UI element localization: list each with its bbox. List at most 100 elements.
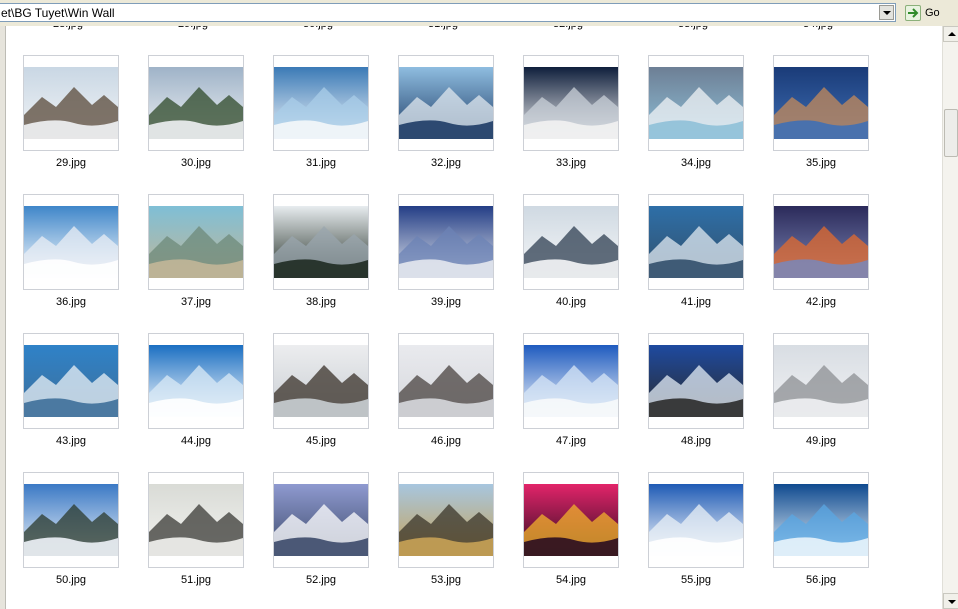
file-item[interactable]: 42.jpg xyxy=(773,194,869,308)
file-name[interactable]: 51.jpg xyxy=(148,574,244,586)
file-item[interactable]: 48.jpg xyxy=(648,333,744,447)
file-item[interactable]: 47.jpg xyxy=(523,333,619,447)
file-item[interactable]: 33.jpg xyxy=(523,55,619,169)
file-name[interactable]: 37.jpg xyxy=(148,296,244,308)
file-name[interactable]: 45.jpg xyxy=(273,435,369,447)
file-name[interactable]: 55.jpg xyxy=(648,574,744,586)
file-item[interactable]: 50.jpg xyxy=(23,472,119,586)
vertical-scrollbar[interactable] xyxy=(942,26,958,609)
file-name[interactable]: 48.jpg xyxy=(648,435,744,447)
file-thumbnail[interactable] xyxy=(398,472,494,568)
file-item[interactable]: 40.jpg xyxy=(523,194,619,308)
scroll-down-button[interactable] xyxy=(943,593,958,609)
file-caption-partial[interactable]: 30.jpg xyxy=(303,26,333,30)
file-name[interactable]: 42.jpg xyxy=(773,296,869,308)
file-item[interactable]: 54.jpg xyxy=(523,472,619,586)
go-button[interactable]: Go xyxy=(903,3,951,22)
file-name[interactable]: 49.jpg xyxy=(773,435,869,447)
file-name[interactable]: 38.jpg xyxy=(273,296,369,308)
address-input[interactable]: et\BG Tuyet\Win Wall xyxy=(0,3,896,22)
file-name[interactable]: 46.jpg xyxy=(398,435,494,447)
file-name[interactable]: 56.jpg xyxy=(773,574,869,586)
file-item[interactable]: 51.jpg xyxy=(148,472,244,586)
file-item[interactable]: 35.jpg xyxy=(773,55,869,169)
file-item[interactable]: 31.jpg xyxy=(273,55,369,169)
file-thumbnail[interactable] xyxy=(148,194,244,290)
file-item[interactable]: 53.jpg xyxy=(398,472,494,586)
image-preview xyxy=(649,67,743,139)
file-caption-partial[interactable]: 33.jpg xyxy=(678,26,708,30)
file-thumbnail[interactable] xyxy=(273,472,369,568)
file-thumbnail[interactable] xyxy=(773,333,869,429)
file-thumbnail[interactable] xyxy=(23,472,119,568)
file-item[interactable]: 38.jpg xyxy=(273,194,369,308)
file-thumbnail[interactable] xyxy=(23,194,119,290)
file-caption-partial[interactable]: 29.jpg xyxy=(178,26,208,30)
file-thumbnail[interactable] xyxy=(398,333,494,429)
file-name[interactable]: 31.jpg xyxy=(273,157,369,169)
file-name[interactable]: 44.jpg xyxy=(148,435,244,447)
file-item[interactable]: 49.jpg xyxy=(773,333,869,447)
file-item[interactable]: 44.jpg xyxy=(148,333,244,447)
file-name[interactable]: 34.jpg xyxy=(648,157,744,169)
file-name[interactable]: 36.jpg xyxy=(23,296,119,308)
file-name[interactable]: 33.jpg xyxy=(523,157,619,169)
file-thumbnail[interactable] xyxy=(398,194,494,290)
image-preview xyxy=(149,206,243,278)
file-item[interactable]: 45.jpg xyxy=(273,333,369,447)
file-caption-partial[interactable]: 31.jpg xyxy=(428,26,458,30)
file-name[interactable]: 39.jpg xyxy=(398,296,494,308)
file-item[interactable]: 56.jpg xyxy=(773,472,869,586)
file-name[interactable]: 32.jpg xyxy=(398,157,494,169)
file-name[interactable]: 47.jpg xyxy=(523,435,619,447)
file-thumbnail[interactable] xyxy=(148,333,244,429)
file-item[interactable]: 32.jpg xyxy=(398,55,494,169)
file-item[interactable]: 39.jpg xyxy=(398,194,494,308)
file-thumbnail[interactable] xyxy=(648,194,744,290)
file-name[interactable]: 54.jpg xyxy=(523,574,619,586)
file-item[interactable]: 52.jpg xyxy=(273,472,369,586)
file-item[interactable]: 29.jpg xyxy=(23,55,119,169)
file-thumbnail[interactable] xyxy=(23,333,119,429)
file-item[interactable]: 36.jpg xyxy=(23,194,119,308)
file-item[interactable]: 37.jpg xyxy=(148,194,244,308)
file-thumbnail[interactable] xyxy=(648,55,744,151)
address-dropdown-button[interactable] xyxy=(879,5,894,20)
file-item[interactable]: 34.jpg xyxy=(648,55,744,169)
file-thumbnail[interactable] xyxy=(398,55,494,151)
file-item[interactable]: 30.jpg xyxy=(148,55,244,169)
file-thumbnail[interactable] xyxy=(773,194,869,290)
file-name[interactable]: 40.jpg xyxy=(523,296,619,308)
file-name[interactable]: 35.jpg xyxy=(773,157,869,169)
file-name[interactable]: 52.jpg xyxy=(273,574,369,586)
file-thumbnail[interactable] xyxy=(148,472,244,568)
file-name[interactable]: 29.jpg xyxy=(23,157,119,169)
file-name[interactable]: 53.jpg xyxy=(398,574,494,586)
file-name[interactable]: 43.jpg xyxy=(23,435,119,447)
file-item[interactable]: 41.jpg xyxy=(648,194,744,308)
file-thumbnail[interactable] xyxy=(523,194,619,290)
file-thumbnail[interactable] xyxy=(523,333,619,429)
file-item[interactable]: 43.jpg xyxy=(23,333,119,447)
file-thumbnail[interactable] xyxy=(773,55,869,151)
file-thumbnail[interactable] xyxy=(648,472,744,568)
file-thumbnail[interactable] xyxy=(23,55,119,151)
file-thumbnail[interactable] xyxy=(148,55,244,151)
file-thumbnail[interactable] xyxy=(523,472,619,568)
file-caption-partial[interactable]: 32.jpg xyxy=(553,26,583,30)
scroll-up-button[interactable] xyxy=(943,26,958,42)
file-caption-partial[interactable]: 34.jpg xyxy=(803,26,833,30)
scroll-thumb[interactable] xyxy=(944,109,958,157)
file-thumbnail[interactable] xyxy=(273,194,369,290)
file-name[interactable]: 50.jpg xyxy=(23,574,119,586)
file-thumbnail[interactable] xyxy=(773,472,869,568)
file-item[interactable]: 46.jpg xyxy=(398,333,494,447)
file-thumbnail[interactable] xyxy=(523,55,619,151)
file-caption-partial[interactable]: 28.jpg xyxy=(53,26,83,30)
file-thumbnail[interactable] xyxy=(648,333,744,429)
file-item[interactable]: 55.jpg xyxy=(648,472,744,586)
file-name[interactable]: 30.jpg xyxy=(148,157,244,169)
file-name[interactable]: 41.jpg xyxy=(648,296,744,308)
file-thumbnail[interactable] xyxy=(273,333,369,429)
file-thumbnail[interactable] xyxy=(273,55,369,151)
